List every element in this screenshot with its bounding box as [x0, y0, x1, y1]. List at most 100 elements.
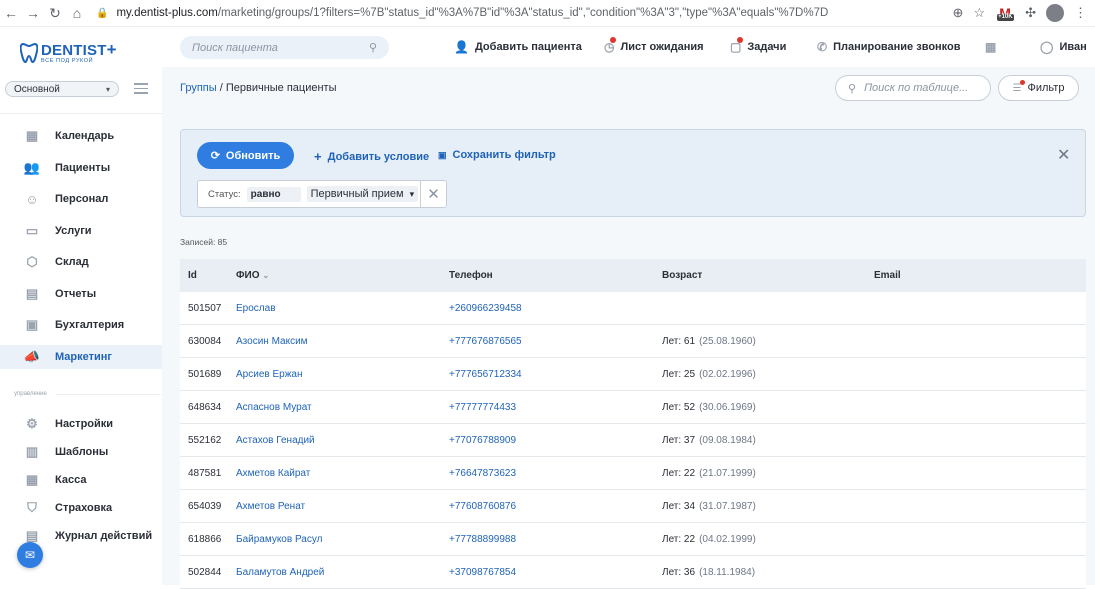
patient-name-link[interactable]: Баламутов Андрей [236, 567, 324, 578]
tooth-logo-icon [20, 42, 38, 63]
back-icon[interactable]: ← [0, 5, 22, 21]
home-icon[interactable]: ⌂ [66, 5, 88, 21]
chevron-down-icon: ▾ [409, 188, 415, 199]
save-filter-button[interactable]: ▣ Сохранить фильтр [438, 149, 556, 161]
sidebar-item-services[interactable]: ▭ Услуги [0, 219, 162, 243]
tasks-button[interactable]: ▢ Задачи [730, 27, 786, 67]
phone-icon: ✆ [817, 40, 828, 54]
forward-icon[interactable]: → [22, 5, 44, 21]
table-row[interactable]: 501507 Ерослав +260966239458 [180, 292, 1086, 325]
brand-plus: + [106, 40, 117, 59]
sidebar-item-label: Календарь [55, 130, 115, 142]
browser-profile-avatar[interactable] [1046, 4, 1064, 22]
waiting-list-button[interactable]: ◷ Лист ожидания [604, 27, 704, 67]
sidebar-item-warehouse[interactable]: ⬡ Склад [0, 250, 162, 274]
column-name[interactable]: ФИО ⌄ [236, 270, 449, 281]
accounting-icon: ▣ [25, 317, 39, 332]
table-row[interactable]: 502844 Баламутов Андрей +37098767854 Лет: 3… [180, 556, 1086, 589]
bookmark-star-icon[interactable]: ☆ [973, 5, 985, 21]
table-row[interactable]: 552162 Астахов Генадий +77076788909 Лет: 37… [180, 424, 1086, 457]
main-content: Группы / Первичные пациенты ⚲ Поиск по т… [162, 67, 1095, 589]
breadcrumb-separator: / [216, 82, 226, 94]
remove-condition-icon[interactable]: ✕ [420, 181, 446, 207]
table-search-input[interactable]: ⚲ Поиск по таблице... [835, 75, 991, 101]
sidebar-item-patients[interactable]: 👥 Пациенты [0, 156, 162, 180]
warehouse-icon: ⬡ [26, 254, 38, 269]
column-id[interactable]: Id [180, 270, 236, 281]
records-count: Записей: 85 [180, 237, 228, 247]
condition-label: Статус: [208, 188, 241, 200]
user-menu[interactable]: ◯ Иван [1040, 27, 1087, 67]
address-bar[interactable]: 🔒 my.dentist-plus.com/marketing/groups/1… [96, 7, 953, 19]
cell-id: 630084 [188, 335, 222, 347]
sidebar-item-marketing[interactable]: 📣 Маркетинг [0, 345, 162, 369]
phone-link[interactable]: +76647873623 [449, 468, 516, 479]
patients-table: Id ФИО ⌄ Телефон Возраст Email 501507 Ерос… [180, 259, 1086, 589]
condition-value-select[interactable]: Первичный прием ▾ [306, 186, 419, 202]
sidebar-item-label: Пациенты [55, 162, 111, 174]
phone-link[interactable]: +77788899988 [449, 534, 516, 545]
call-planning-button[interactable]: ✆ Планирование звонков [817, 27, 961, 67]
filter-button[interactable]: ☰ Фильтр [998, 75, 1079, 101]
column-email[interactable]: Email [874, 270, 1086, 281]
menu-collapse-icon[interactable] [134, 83, 148, 95]
sidebar-item-cash[interactable]: ▦ Касса [0, 468, 162, 492]
gmail-extension-icon[interactable]: M +10K [995, 5, 1015, 21]
patient-name-link[interactable]: Арсиев Ержан [236, 369, 302, 380]
phone-link[interactable]: +37098767854 [449, 567, 516, 578]
sidebar-item-calendar[interactable]: ▦ Календарь [0, 124, 162, 148]
patient-name-link[interactable]: Азосин Максим [236, 336, 308, 347]
phone-link[interactable]: +777676876565 [449, 336, 522, 347]
patient-name-link[interactable]: Ахметов Ренат [236, 501, 305, 512]
table-row[interactable]: 630084 Азосин Максим +777676876565 Лет: 61(… [180, 325, 1086, 358]
sidebar-item-templates[interactable]: ▥ Шаблоны [0, 440, 162, 464]
column-phone[interactable]: Телефон [449, 270, 662, 281]
branch-select[interactable]: Основной ▾ [5, 81, 119, 97]
search-icon: ⚲ [848, 82, 857, 95]
chat-support-button[interactable]: ✉ [17, 542, 43, 568]
phone-link[interactable]: +77076788909 [449, 435, 516, 446]
breadcrumb-groups-link[interactable]: Группы [180, 82, 217, 94]
cell-age: Лет: 37 (09.08.1984) [662, 435, 874, 446]
patient-name-link[interactable]: Астахов Генадий [236, 435, 315, 446]
add-condition-button[interactable]: + Добавить условие [314, 149, 429, 164]
birth-date: (02.02.1996) [699, 368, 756, 380]
phone-link[interactable]: +260966239458 [449, 303, 522, 314]
patient-name-link[interactable]: Ерослав [236, 303, 276, 314]
condition-operator[interactable]: равно [246, 186, 301, 202]
table-row[interactable]: 501689 Арсиев Ержан +777656712334 Лет: 25 (0… [180, 358, 1086, 391]
birth-date: (31.07.1987) [699, 500, 756, 512]
sidebar-item-insurance[interactable]: ⛉ Страховка [0, 496, 162, 520]
extensions-icon[interactable]: ✣ [1025, 5, 1036, 21]
table-row[interactable]: 487581 Ахметов Кайрат +76647873623 Лет: 22(… [180, 457, 1086, 490]
sidebar-item-accounting[interactable]: ▣ Бухгалтерия [0, 313, 162, 337]
phone-link[interactable]: +77777774433 [449, 402, 516, 413]
cash-register-button[interactable]: ▦ [985, 27, 996, 67]
zoom-icon[interactable]: ⊕ [953, 5, 964, 21]
patient-name-link[interactable]: Ахметов Кайрат [236, 468, 310, 479]
refresh-button[interactable]: ⟳ Обновить [197, 142, 294, 169]
gmail-badge: +10K [997, 14, 1014, 21]
settings-icon: ⚙ [26, 416, 38, 431]
table-row[interactable]: 654039 Ахметов Ренат +77608760876 Лет: 34 (3… [180, 490, 1086, 523]
phone-link[interactable]: +77608760876 [449, 501, 516, 512]
save-icon: ▣ [438, 149, 447, 160]
table-row[interactable]: 618866 Байрамуков Расул +77788899988 Лет: 2… [180, 523, 1086, 556]
logo[interactable]: DENTIST+ ВСЕ ПОД РУКОЙ [20, 41, 117, 65]
cell-id: 654039 [188, 500, 222, 512]
patient-search-input[interactable]: Поиск пациента ⚲ [180, 36, 389, 59]
table-row[interactable]: 648634 Аспаснов Мурат +77777774433 Лет: 52(… [180, 391, 1086, 424]
sidebar-item-settings[interactable]: ⚙ Настройки [0, 412, 162, 436]
add-patient-button[interactable]: 👤 Добавить пациента [454, 27, 582, 67]
patient-name-link[interactable]: Байрамуков Расул [236, 534, 322, 545]
phone-link[interactable]: +777656712334 [449, 369, 522, 380]
patient-name-link[interactable]: Аспаснов Мурат [236, 402, 312, 413]
sidebar-item-staff[interactable]: ☺ Персонал [0, 187, 162, 211]
condition-value: Первичный прием [310, 188, 404, 200]
browser-menu-icon[interactable]: ⋮ [1074, 5, 1087, 21]
column-age[interactable]: Возраст [662, 270, 874, 281]
sidebar-item-reports[interactable]: ▤ Отчеты [0, 282, 162, 306]
reload-icon[interactable]: ↻ [44, 5, 66, 22]
cell-id: 618866 [188, 533, 222, 545]
close-icon[interactable]: ✕ [1057, 145, 1070, 165]
